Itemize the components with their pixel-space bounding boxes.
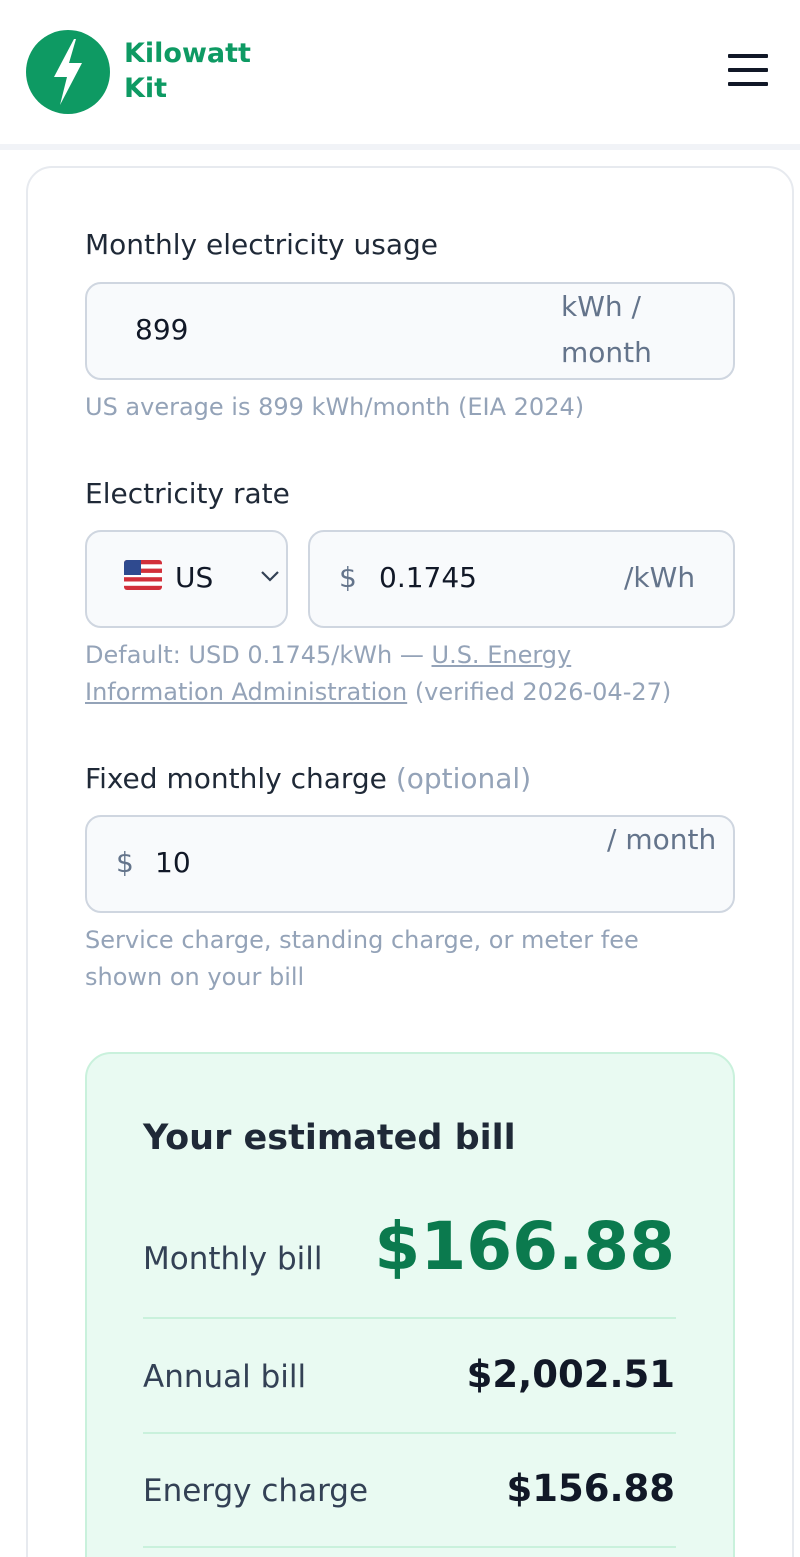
monthly-bill-label: Monthly bill — [143, 1241, 323, 1277]
fixed-hint-line1: Service charge, standing charge, or mete… — [85, 926, 639, 954]
result-divider — [143, 1432, 676, 1434]
fixed-hint-line2: shown on your bill — [85, 963, 305, 991]
annual-bill-label: Annual bill — [143, 1359, 307, 1395]
rate-label: Electricity rate — [85, 477, 290, 510]
energy-charge-value: $156.88 — [506, 1467, 675, 1510]
site-header: Kilowatt Kit — [0, 0, 800, 150]
usage-value: 899 — [135, 313, 189, 346]
lightning-bolt-icon[interactable] — [26, 30, 110, 114]
fixed-charge-unit: / month — [607, 823, 717, 856]
result-divider — [143, 1546, 676, 1548]
rate-input[interactable]: $ 0.1745 /kWh — [308, 530, 735, 628]
usage-label: Monthly electricity usage — [85, 228, 439, 261]
rate-hint: Default: USD 0.1745/kWh — U.S. Energy — [85, 637, 571, 674]
usage-unit: kWh / month — [561, 290, 652, 369]
rate-currency-symbol: $ — [339, 561, 357, 594]
fixed-charge-input[interactable]: $ 10 / month — [85, 815, 735, 913]
energy-charge-label: Energy charge — [143, 1473, 369, 1509]
fixed-charge-label: Fixed monthly charge (optional) — [85, 762, 531, 795]
eia-source-link-cont[interactable]: Information Administration — [85, 678, 407, 706]
monthly-bill-value: $166.88 — [374, 1208, 675, 1285]
brand-name[interactable]: Kilowatt Kit — [124, 36, 251, 106]
hamburger-menu-icon[interactable] — [728, 54, 768, 90]
country-code: US — [175, 561, 214, 594]
estimated-bill-title: Your estimated bill — [143, 1118, 516, 1158]
optional-tag: (optional) — [395, 762, 532, 795]
fixed-currency-symbol: $ — [116, 846, 134, 879]
rate-value: 0.1745 — [379, 561, 477, 594]
rate-hint-suffix: (verified 2026-04-27) — [414, 678, 672, 706]
rate-hint-line2: Information Administration (verified 202… — [85, 674, 671, 711]
chevron-down-icon[interactable] — [260, 568, 280, 587]
fixed-charge-value: 10 — [155, 846, 191, 879]
fixed-charge-label-text: Fixed monthly charge — [85, 762, 387, 795]
country-select[interactable]: US — [85, 530, 288, 628]
eia-source-link[interactable]: U.S. Energy — [432, 641, 572, 669]
rate-unit: /kWh — [624, 561, 696, 594]
usage-hint: US average is 899 kWh/month (EIA 2024) — [85, 393, 585, 421]
us-flag-icon — [124, 560, 162, 590]
annual-bill-value: $2,002.51 — [466, 1353, 675, 1396]
rate-hint-prefix: Default: USD 0.1745/kWh — — [85, 641, 424, 669]
result-divider — [143, 1317, 676, 1319]
brand-name-line2: Kit — [124, 73, 168, 104]
usage-input[interactable]: 899 kWh / month — [85, 282, 735, 380]
brand-name-line1: Kilowatt — [124, 38, 251, 69]
